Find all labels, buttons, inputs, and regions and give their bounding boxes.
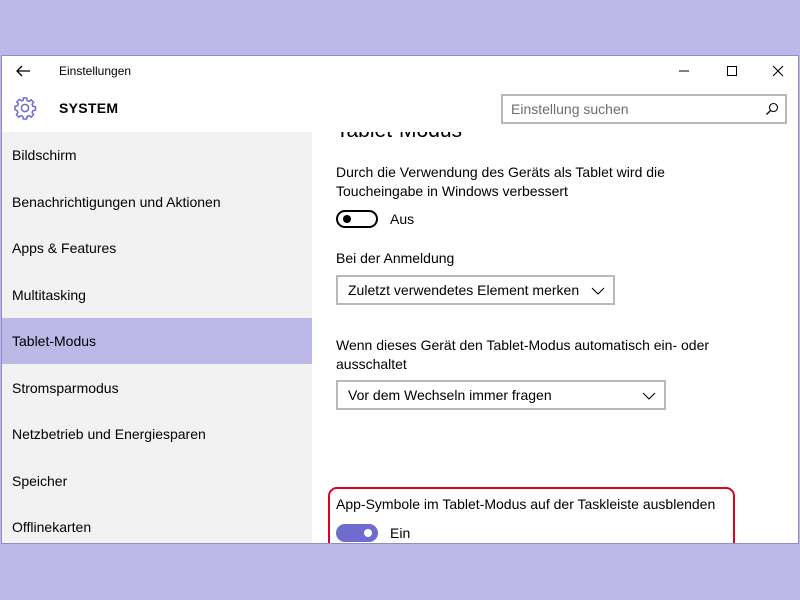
back-arrow-icon[interactable] (14, 62, 32, 80)
sidebar-item-offlinekarten[interactable]: Offlinekarten (2, 504, 312, 543)
title-bar: Einstellungen (2, 56, 798, 86)
settings-window: Einstellungen SYSTEM Bi (1, 55, 799, 544)
sidebar-item-benachrichtigungen[interactable]: Benachrichtigungen und Aktionen (2, 179, 312, 225)
maximize-icon (727, 66, 737, 76)
hide-icons-toggle[interactable] (336, 524, 378, 542)
toggle-knob (364, 529, 372, 537)
signin-label: Bei der Anmeldung (336, 250, 455, 266)
settings-header: SYSTEM (2, 86, 798, 132)
sidebar-item-speicher[interactable]: Speicher (2, 458, 312, 504)
search-icon[interactable] (765, 102, 779, 116)
gear-icon (13, 96, 37, 120)
touch-toggle[interactable] (336, 210, 378, 228)
search-box[interactable] (501, 94, 787, 124)
sidebar-item-tablet-modus[interactable]: Tablet-Modus (2, 318, 312, 364)
content-pane: Tablet-Modus Durch die Verwendung des Ge… (312, 132, 798, 543)
minimize-button[interactable] (661, 56, 707, 86)
minimize-icon (679, 70, 689, 72)
hide-icons-label: App-Symbole im Tablet-Modus auf der Task… (336, 496, 716, 512)
sidebar-item-bildschirm[interactable]: Bildschirm (2, 132, 312, 178)
sidebar-item-apps-features[interactable]: Apps & Features (2, 225, 312, 271)
sidebar: Bildschirm Benachrichtigungen und Aktion… (2, 132, 312, 543)
close-icon (772, 65, 784, 77)
page-title: SYSTEM (59, 100, 119, 116)
chevron-down-icon (642, 389, 656, 401)
signin-dropdown[interactable]: Zuletzt verwendetes Element merken (336, 275, 615, 305)
signin-dropdown-value: Zuletzt verwendetes Element merken (348, 282, 580, 298)
sidebar-item-stromsparmodus[interactable]: Stromsparmodus (2, 365, 312, 411)
section-title: Tablet-Modus (336, 132, 462, 143)
touch-toggle-label: Aus (390, 211, 415, 227)
auto-switch-label-line1: Wenn dieses Gerät den Tablet-Modus autom… (336, 337, 710, 353)
auto-switch-dropdown[interactable]: Vor dem Wechseln immer fragen (336, 380, 666, 410)
toggle-knob (343, 215, 351, 223)
close-button[interactable] (755, 56, 798, 86)
auto-switch-dropdown-value: Vor dem Wechseln immer fragen (348, 387, 552, 403)
touch-description-line1: Durch die Verwendung des Geräts als Tabl… (336, 164, 665, 180)
sidebar-item-multitasking[interactable]: Multitasking (2, 272, 312, 318)
window-title: Einstellungen (59, 64, 132, 78)
auto-switch-label-line2: ausschaltet (336, 356, 407, 372)
maximize-button[interactable] (709, 56, 755, 86)
sidebar-item-netzbetrieb[interactable]: Netzbetrieb und Energiesparen (2, 411, 312, 457)
touch-description-line2: Toucheingabe in Windows verbessert (336, 183, 568, 199)
chevron-down-icon (591, 284, 605, 296)
search-input[interactable] (511, 100, 751, 118)
hide-icons-toggle-label: Ein (390, 525, 411, 541)
